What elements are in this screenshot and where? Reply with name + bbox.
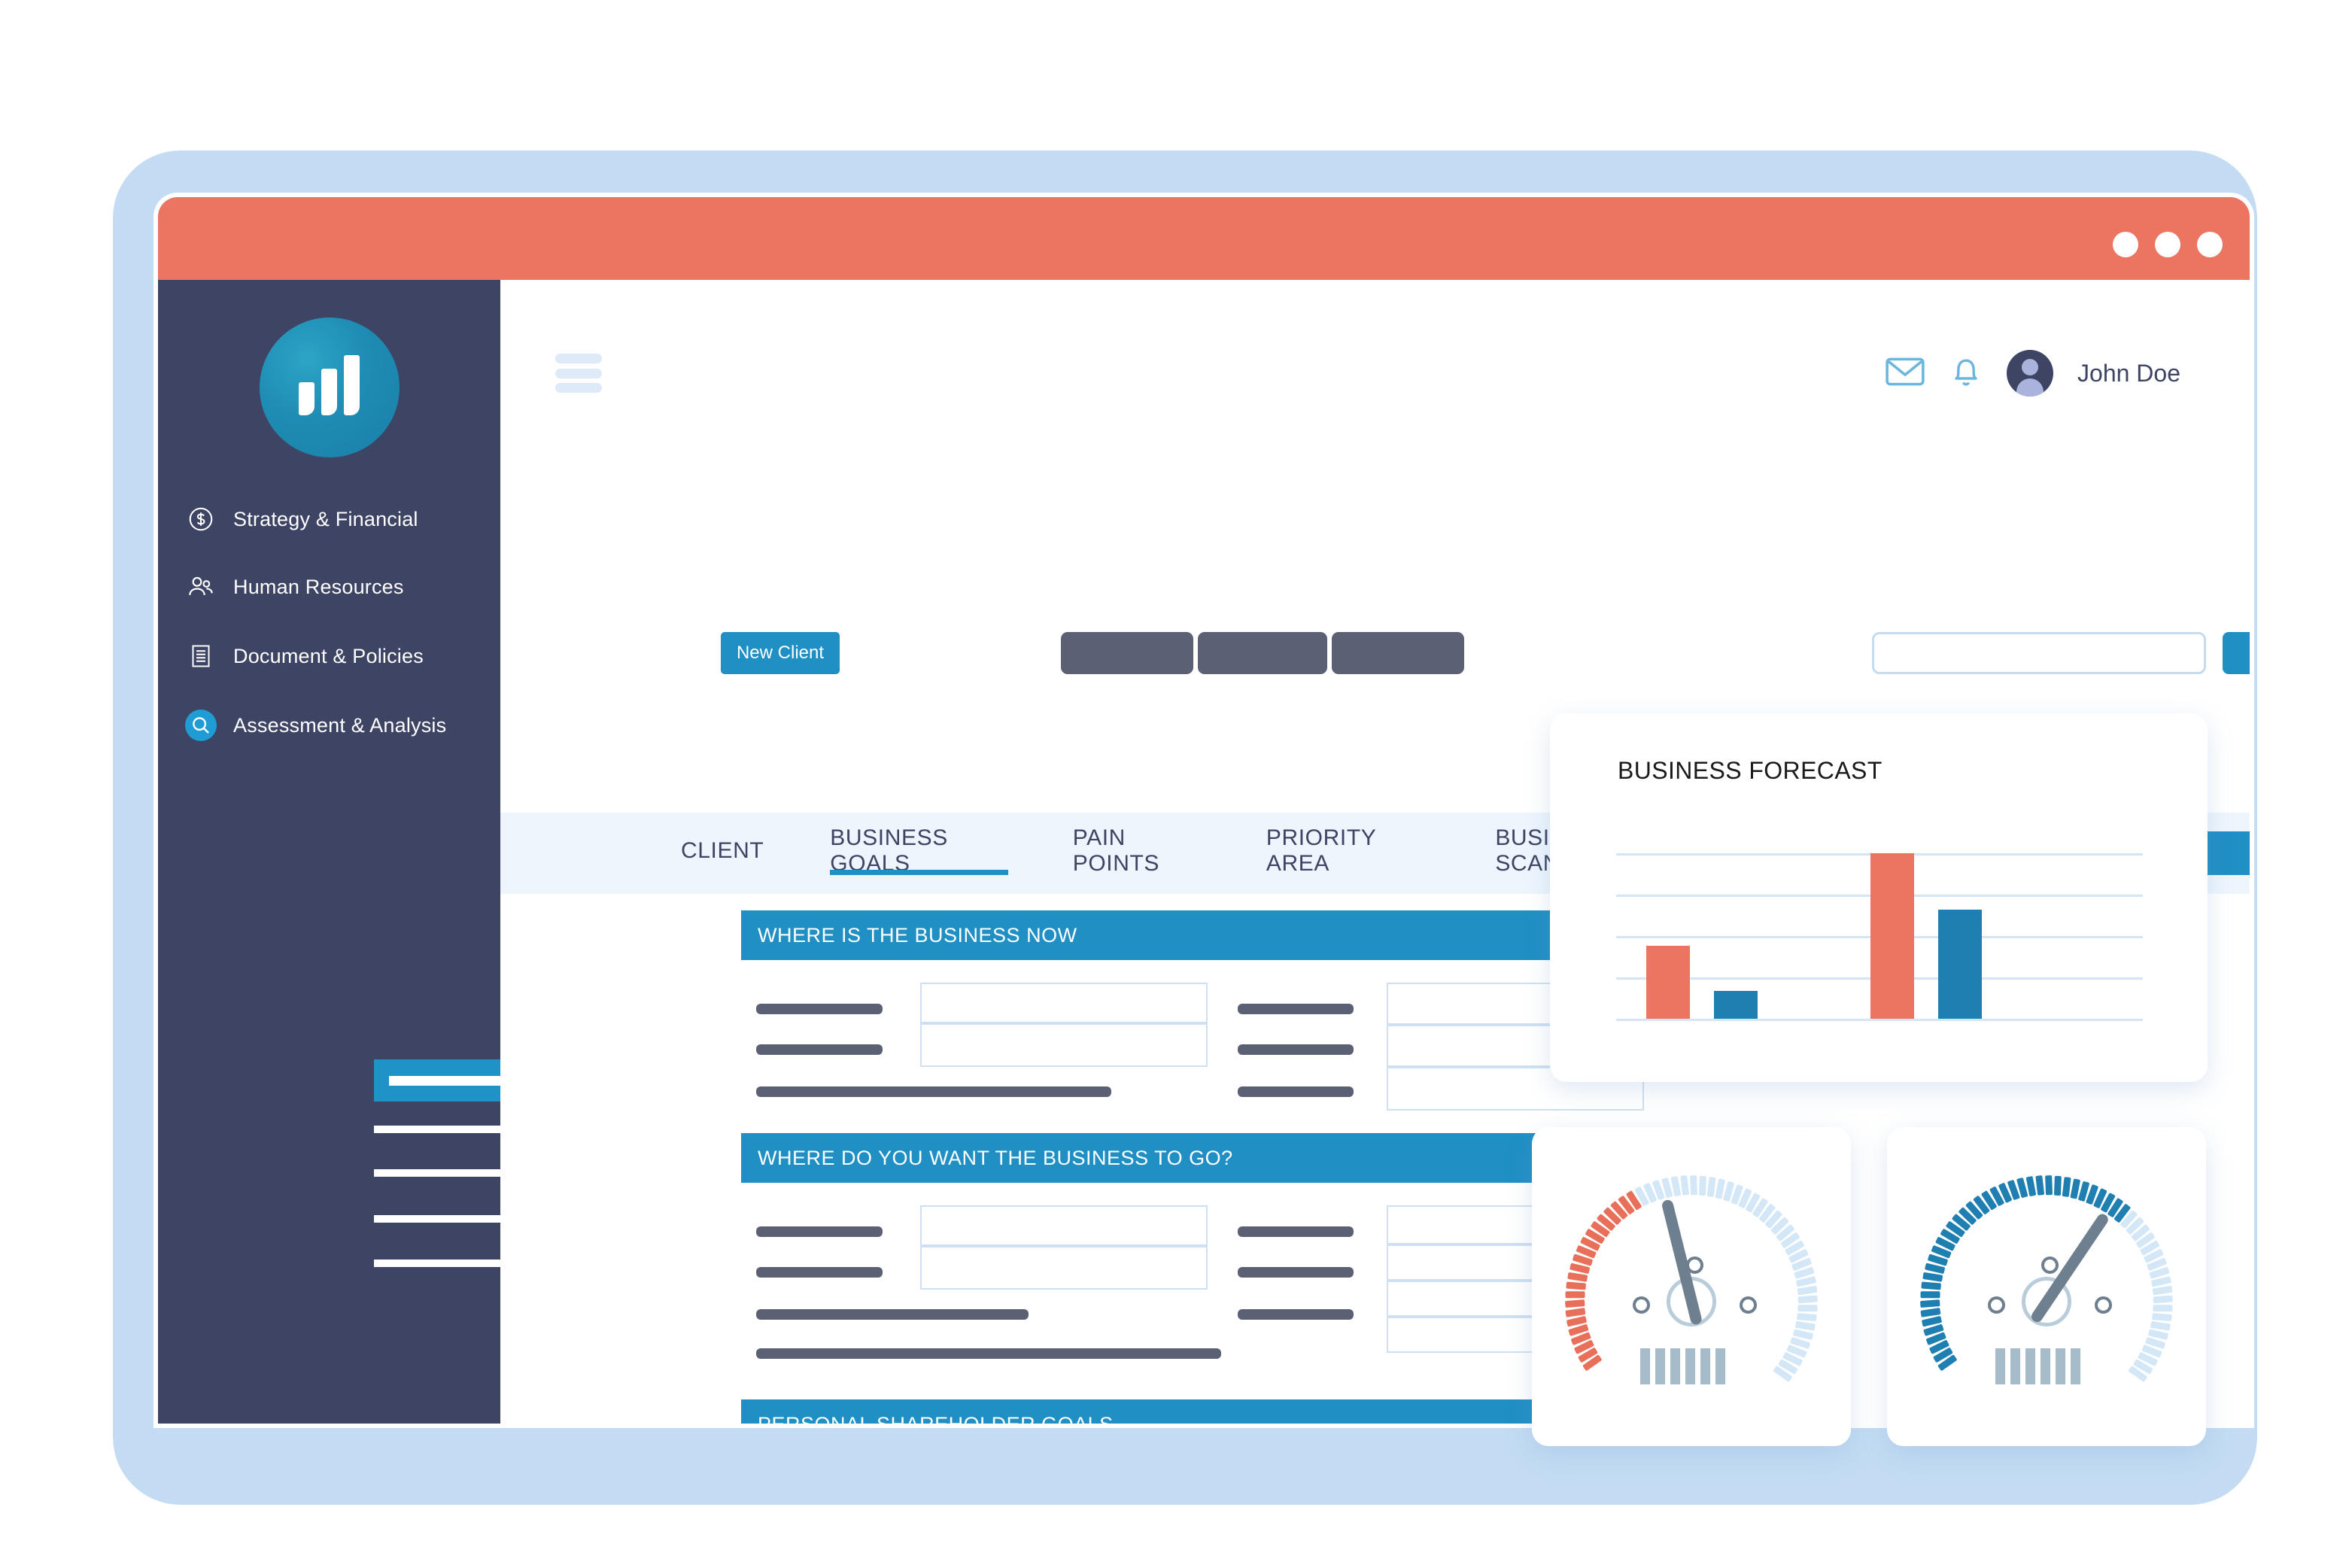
bell-icon[interactable]	[1949, 354, 1983, 394]
search-button[interactable]	[2223, 632, 2250, 674]
sidebar-item-assessment-analysis[interactable]: Assessment & Analysis	[185, 704, 486, 746]
magnifier-icon	[185, 710, 217, 741]
input-box[interactable]	[920, 983, 1208, 1023]
panel-title: WHERE DO YOU WANT THE BUSINESS TO GO?	[741, 1133, 1644, 1183]
chart-bar	[1938, 910, 1982, 1019]
panel-where-business-to-go: WHERE DO YOU WANT THE BUSINESS TO GO?	[741, 1133, 1644, 1183]
tab-priority-area[interactable]: PRIORITY AREA	[1266, 810, 1421, 896]
field-label-bar	[1238, 1226, 1354, 1237]
tab-label: PAIN POINTS	[1072, 825, 1160, 876]
field-label-bar	[1238, 1309, 1354, 1320]
gauge-scale-bars	[1995, 1348, 2080, 1384]
performance-gauge-card	[1887, 1127, 2206, 1446]
window-dot-2[interactable]	[2155, 232, 2180, 257]
company-logo[interactable]	[259, 318, 400, 457]
hamburger-line-2	[555, 368, 602, 378]
gauge-tick	[2128, 1364, 2148, 1384]
user-name-label: John Doe	[2077, 359, 2180, 387]
logo-bar-3	[343, 355, 360, 415]
tab-label: PRIORITY AREA	[1266, 825, 1376, 876]
tab-label: BUSINESS GOALS	[830, 825, 948, 876]
avatar[interactable]	[2007, 350, 2054, 397]
gauge-marker-dot	[1686, 1257, 1703, 1274]
gauge-marker-dot	[1988, 1296, 2005, 1314]
chart-bar	[1870, 853, 1914, 1019]
document-icon	[185, 640, 217, 672]
field-label-bar	[756, 1086, 1111, 1097]
avatar-body	[2016, 378, 2044, 397]
risk-gauge-card	[1532, 1127, 1851, 1446]
sidebar-item-label: Strategy & Financial	[233, 507, 418, 530]
sidebar-item-label: Assessment & Analysis	[233, 713, 447, 737]
avatar-head	[2022, 359, 2039, 375]
logo-bar-2	[321, 369, 337, 415]
mail-icon[interactable]	[1885, 355, 1925, 392]
tab-client[interactable]: CLIENT	[681, 810, 764, 896]
gauge-marker-dot	[1740, 1296, 1757, 1314]
users-icon	[185, 571, 217, 603]
sidebar-subitem-2[interactable]	[374, 1169, 513, 1177]
sidebar-item-label: Document & Policies	[233, 644, 424, 667]
tab-label: CLIENT	[681, 838, 764, 863]
tab-active-underline	[830, 870, 1008, 875]
dollar-circle-icon	[185, 503, 217, 535]
search-input[interactable]	[1872, 632, 2206, 674]
sidebar-item-strategy-financial[interactable]: Strategy & Financial	[185, 498, 486, 540]
field-label-bar	[756, 1309, 1029, 1320]
input-box[interactable]	[920, 1205, 1208, 1246]
panel-where-is-business-now: WHERE IS THE BUSINESS NOW	[741, 910, 1644, 960]
gauge-scale-bars	[1640, 1348, 1725, 1384]
field-label-bar	[756, 1044, 883, 1055]
hamburger-line-3	[555, 383, 602, 393]
panel-title: WHERE IS THE BUSINESS NOW	[741, 910, 1644, 960]
top-utility-bar: John Doe	[500, 280, 2250, 453]
gauge-marker-dot	[2095, 1296, 2112, 1314]
business-forecast-card: BUSINESS FORECAST	[1550, 713, 2208, 1082]
tab-pain-points[interactable]: PAIN POINTS	[1073, 810, 1200, 896]
field-label-bar	[1238, 1267, 1354, 1278]
sidebar-item-document-policies[interactable]: Document & Policies	[185, 635, 486, 677]
input-box[interactable]	[920, 1246, 1208, 1290]
window-dot-1[interactable]	[2113, 232, 2138, 257]
forecast-bar-chart	[1616, 853, 2143, 1021]
field-label-bar	[756, 1226, 883, 1237]
sidebar: Strategy & Financial Human Resources Doc…	[158, 280, 628, 1424]
hamburger-menu-icon[interactable]	[555, 354, 602, 393]
sidebar-item-label: Human Resources	[233, 575, 404, 598]
field-label-bar	[756, 1348, 1221, 1359]
field-label-bar	[756, 1004, 883, 1014]
chart-bar	[1646, 946, 1690, 1019]
window-dot-3[interactable]	[2197, 232, 2223, 257]
toolbar-chip-1[interactable]	[1061, 632, 1193, 674]
gauge-marker-dot	[2041, 1257, 2059, 1274]
tab-business-goals[interactable]: BUSINESS GOALS	[830, 810, 1008, 896]
field-label-bar	[1238, 1086, 1354, 1097]
input-box[interactable]	[920, 1023, 1208, 1067]
window-title-bar	[158, 197, 2250, 280]
panel-title: PERSONAL SHAREHOLDER GOALS	[741, 1399, 1644, 1424]
gauge-tick	[1773, 1364, 1793, 1384]
panel-personal-shareholder-goals: PERSONAL SHAREHOLDER GOALS	[741, 1399, 1644, 1424]
field-label-bar	[1238, 1044, 1354, 1055]
user-cluster: John Doe	[1885, 343, 2180, 403]
logo-bar-1	[298, 382, 315, 415]
sidebar-item-human-resources[interactable]: Human Resources	[185, 566, 486, 608]
gauge-marker-dot	[1633, 1296, 1650, 1314]
card-title: BUSINESS FORECAST	[1618, 757, 1883, 784]
field-label-bar	[1238, 1004, 1354, 1014]
chart-bar	[1714, 991, 1758, 1019]
chart-gridline	[1616, 1019, 2143, 1021]
hamburger-line-1	[555, 354, 602, 363]
field-label-bar	[756, 1267, 883, 1278]
new-client-button[interactable]: New Client	[721, 632, 840, 674]
toolbar-chip-2[interactable]	[1198, 632, 1327, 674]
toolbar-chip-3[interactable]	[1332, 632, 1464, 674]
